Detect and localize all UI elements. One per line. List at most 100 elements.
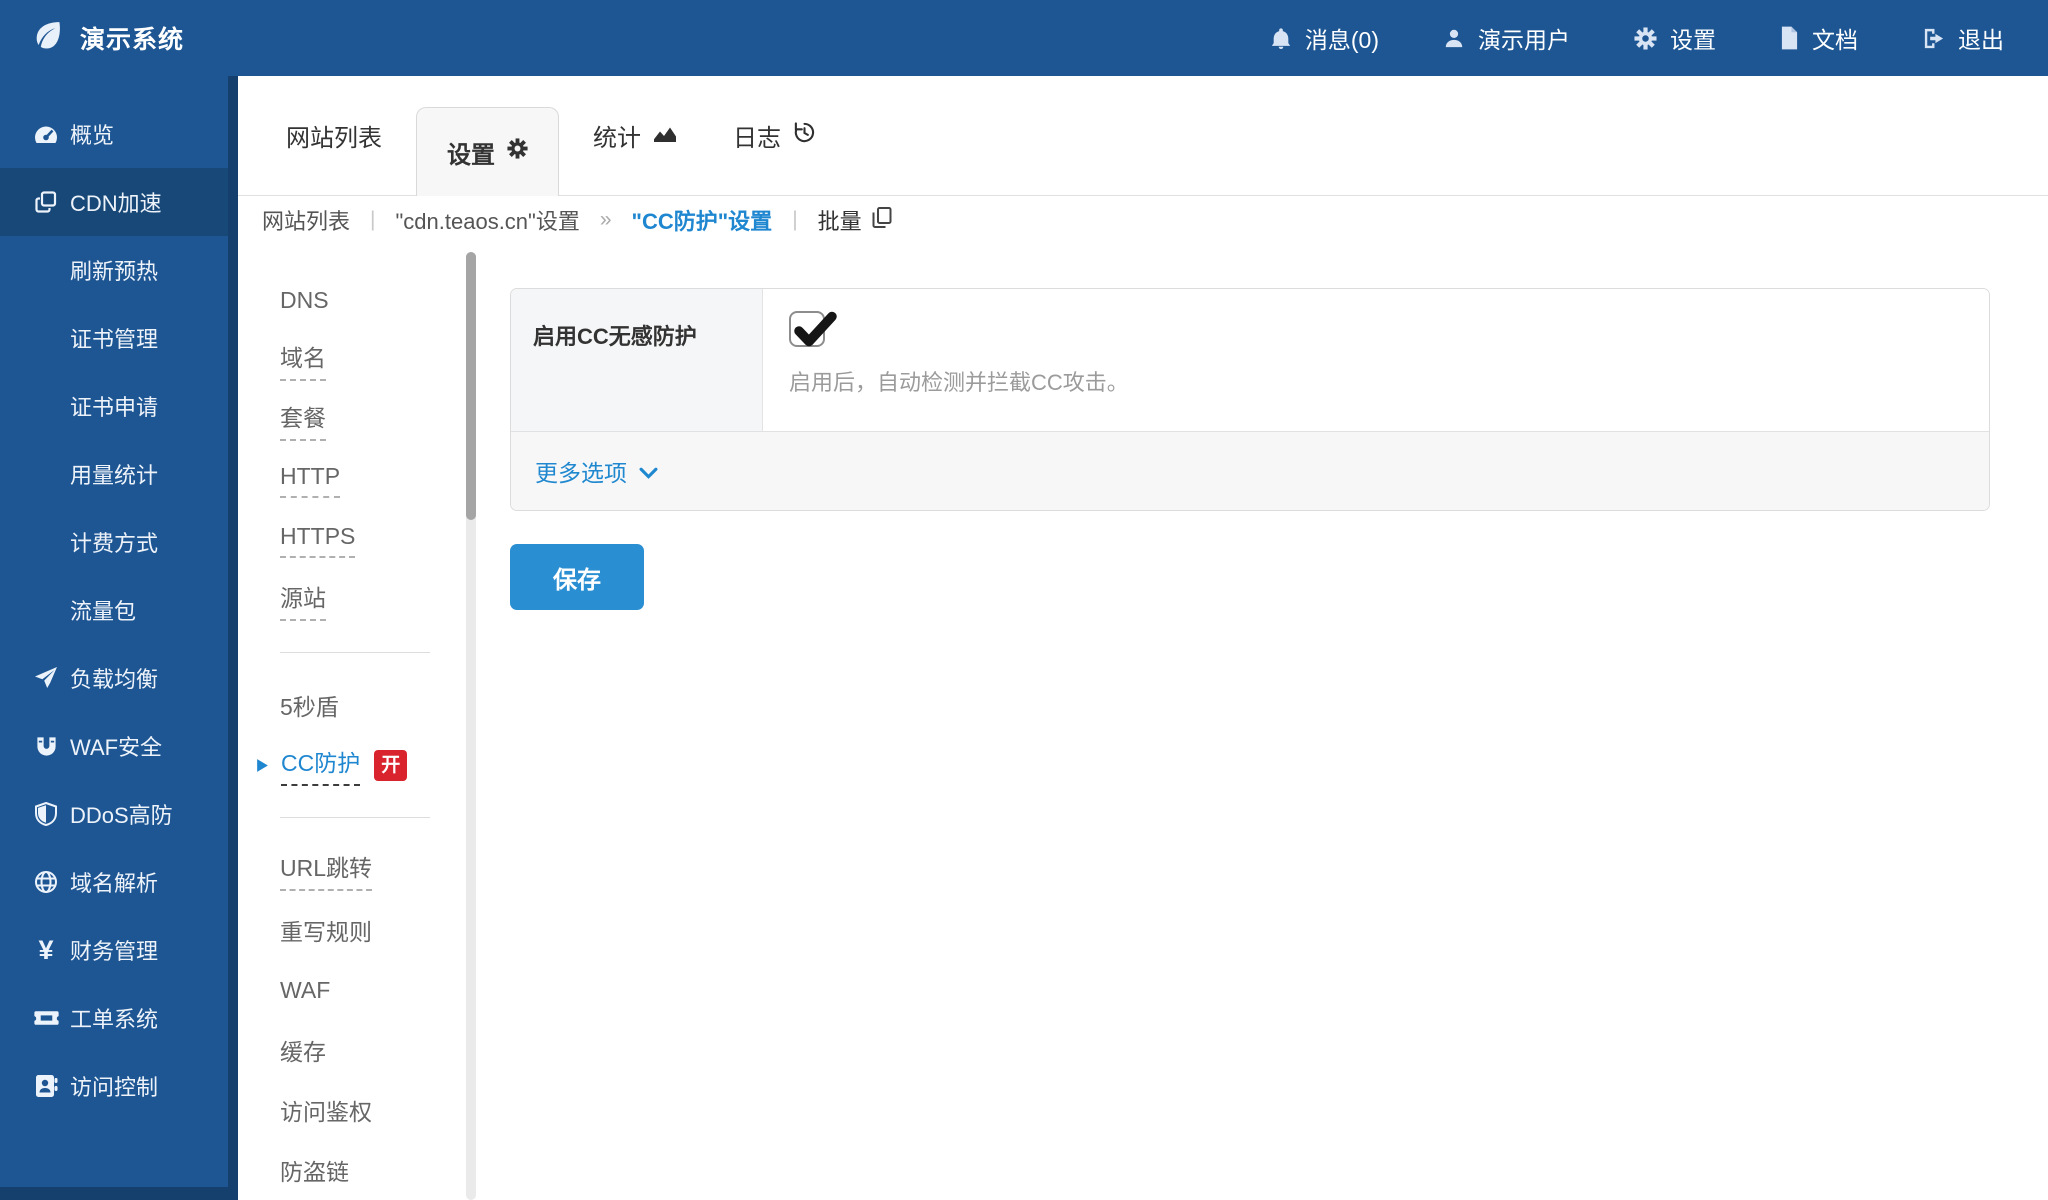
sidebar-item-traffic-pack[interactable]: 流量包 [0, 576, 228, 644]
menu-item-access-auth[interactable]: 访问鉴权 [280, 1080, 466, 1140]
enable-cc-checkbox[interactable] [789, 311, 825, 347]
menu-item-origin[interactable]: 源站 [280, 570, 466, 630]
menu-item-http[interactable]: HTTP [280, 450, 466, 510]
menu-item-waf[interactable]: WAF [280, 960, 466, 1020]
tab-logs[interactable]: 日志 [705, 76, 844, 195]
tab-label: 设置 [447, 135, 495, 170]
sidebar-item-label: 证书管理 [70, 322, 158, 354]
breadcrumb-separator: | [370, 208, 375, 232]
menu-item-label: HTTPS [280, 523, 355, 558]
globe-icon [26, 870, 66, 894]
yen-icon: ¥ [26, 935, 66, 966]
scrollbar-thumb[interactable] [466, 252, 476, 520]
sidebar-item-label: 刷新预热 [70, 254, 158, 286]
cc-on-badge: 开 [374, 750, 407, 781]
sidebar-item-overview[interactable]: 概览 [0, 100, 228, 168]
copy-icon [872, 206, 892, 235]
menu-item-hotlink-protect[interactable]: 防盗链 [280, 1140, 466, 1200]
more-options-label: 更多选项 [535, 454, 627, 488]
more-options-link[interactable]: 更多选项 [535, 454, 658, 488]
form-field-label: 启用CC无感防护 [511, 289, 763, 431]
breadcrumb-separator: | [792, 208, 797, 232]
triangle-right-icon [256, 758, 269, 773]
menu-divider [280, 817, 430, 818]
gear-icon [507, 138, 528, 166]
sidebar-item-label: 财务管理 [70, 934, 158, 966]
menu-divider [280, 652, 430, 653]
menu-item-domain[interactable]: 域名 [280, 330, 466, 390]
sidebar-item-label: 工单系统 [70, 1002, 158, 1034]
form-field-value: 启用后，自动检测并拦截CC攻击。 [763, 289, 1989, 431]
cc-protect-form: 启用CC无感防护 启用后，自动检测并拦截CC攻击。 更多选项 [476, 244, 2048, 1200]
history-icon [793, 121, 816, 151]
save-button[interactable]: 保存 [510, 544, 644, 610]
menu-item-url-redirect[interactable]: URL跳转 [280, 840, 466, 900]
sidebar-item-label: CDN加速 [70, 186, 162, 218]
sidebar-item-usage-stats[interactable]: 用量统计 [0, 440, 228, 508]
sidebar-item-cert-apply[interactable]: 证书申请 [0, 372, 228, 440]
sidebar-item-waf[interactable]: WAF安全 [0, 712, 228, 780]
breadcrumb-site-list[interactable]: 网站列表 [262, 204, 350, 236]
breadcrumb-site-settings[interactable]: "cdn.teaos.cn"设置 [395, 204, 579, 236]
tab-label: 网站列表 [286, 118, 382, 153]
batch-button[interactable]: 批量 [818, 204, 892, 236]
menu-item-label: 套餐 [280, 399, 326, 441]
menu-item-rewrite-rules[interactable]: 重写规则 [280, 900, 466, 960]
messages-button[interactable]: 消息(0) [1270, 21, 1379, 55]
chevron-down-icon [639, 458, 658, 485]
form-box: 启用CC无感防护 启用后，自动检测并拦截CC攻击。 更多选项 [510, 288, 1990, 511]
form-row-enable: 启用CC无感防护 启用后，自动检测并拦截CC攻击。 [511, 289, 1989, 431]
menu-item-dns[interactable]: DNS [280, 270, 466, 330]
menu-item-label: 源站 [280, 579, 326, 621]
form-row-more: 更多选项 [511, 431, 1989, 510]
main-panel: 网站列表 设置 统计 日志 网站列表 [238, 76, 2048, 1200]
sidebar-item-finance[interactable]: ¥ 财务管理 [0, 916, 228, 984]
tab-settings[interactable]: 设置 [416, 107, 559, 196]
sidebar-item-label: WAF安全 [70, 730, 162, 762]
batch-label: 批量 [818, 204, 862, 236]
sidebar: 概览 CDN加速 刷新预热 证书管理 证书申请 用量统计 计费方式 流量包 [0, 76, 228, 1200]
sidebar-item-dns-resolve[interactable]: 域名解析 [0, 848, 228, 916]
settings-label: 设置 [1670, 21, 1716, 55]
breadcrumb-current[interactable]: "CC防护"设置 [632, 204, 773, 236]
menu-item-label: URL跳转 [280, 849, 372, 891]
brand[interactable]: 演示系统 [0, 19, 184, 57]
form-field-description: 启用后，自动检测并拦截CC攻击。 [789, 365, 1989, 397]
menu-item-label: 域名 [280, 339, 326, 381]
settings-button[interactable]: 设置 [1634, 21, 1716, 55]
menu-item-cache[interactable]: 缓存 [280, 1020, 466, 1080]
leaf-icon [30, 19, 64, 57]
user-label: 演示用户 [1478, 21, 1570, 55]
logout-button[interactable]: 退出 [1922, 21, 2004, 55]
menu-item-5s-shield[interactable]: 5秒盾 [280, 675, 466, 735]
menu-item-cc-protect[interactable]: CC防护 开 [280, 735, 466, 795]
tab-statistics[interactable]: 统计 [565, 76, 705, 195]
menu-item-plan[interactable]: 套餐 [280, 390, 466, 450]
sidebar-item-tickets[interactable]: 工单系统 [0, 984, 228, 1052]
docs-button[interactable]: 文档 [1780, 21, 1858, 55]
breadcrumb-arrow: » [600, 208, 612, 232]
sidebar-item-load-balance[interactable]: 负载均衡 [0, 644, 228, 712]
sidebar-item-refresh-preheat[interactable]: 刷新预热 [0, 236, 228, 304]
sidebar-item-billing-mode[interactable]: 计费方式 [0, 508, 228, 576]
user-icon [1443, 27, 1465, 49]
magnet-icon [26, 735, 66, 758]
docs-label: 文档 [1812, 21, 1858, 55]
settings-menu-scrollbar[interactable] [466, 252, 476, 1200]
topbar-menu: 消息(0) 演示用户 设置 文档 退出 [1270, 21, 2048, 55]
sidebar-item-ddos[interactable]: DDoS高防 [0, 780, 228, 848]
user-menu[interactable]: 演示用户 [1443, 21, 1570, 55]
sidebar-item-access-control[interactable]: 访问控制 [0, 1052, 228, 1120]
menu-item-label: 重写规则 [280, 913, 372, 947]
tab-site-list[interactable]: 网站列表 [258, 76, 410, 195]
settings-menu: DNS 域名 套餐 HTTP HTTPS 源站 [238, 244, 466, 1200]
sidebar-item-cdn[interactable]: CDN加速 [0, 168, 228, 236]
check-icon [792, 310, 838, 350]
menu-item-label: HTTP [280, 463, 340, 498]
shield-icon [26, 802, 66, 826]
menu-item-label: 防盗链 [280, 1153, 349, 1187]
menu-item-label: WAF [280, 977, 330, 1004]
menu-item-https[interactable]: HTTPS [280, 510, 466, 570]
sidebar-scrollbar[interactable] [228, 76, 238, 1200]
sidebar-item-cert-manage[interactable]: 证书管理 [0, 304, 228, 372]
